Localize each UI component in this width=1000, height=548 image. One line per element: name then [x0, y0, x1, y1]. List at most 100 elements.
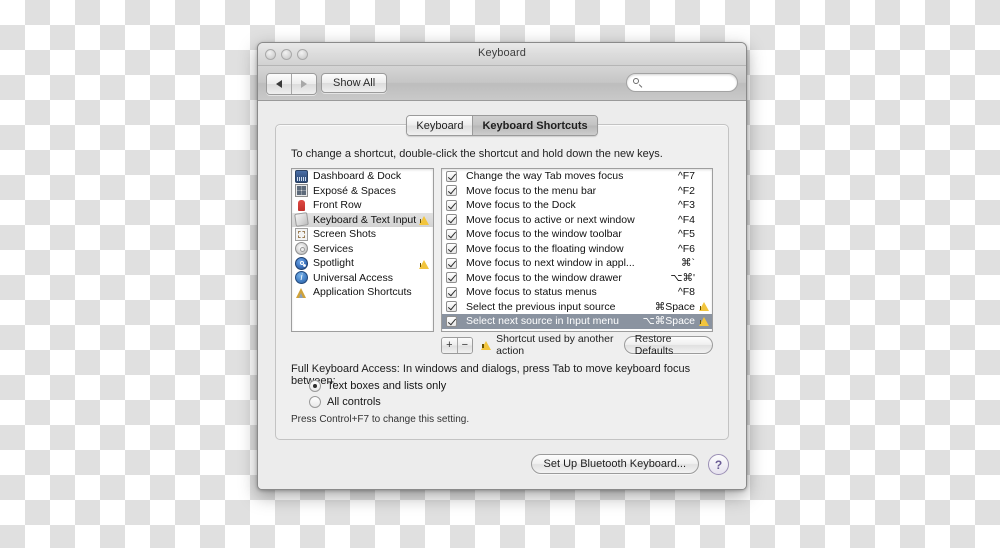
category-label: Screen Shots: [313, 228, 377, 241]
search-icon: [633, 77, 643, 88]
shortcut-enabled-checkbox[interactable]: [446, 301, 457, 313]
add-remove-button-group: + −: [441, 336, 474, 354]
shortcut-key: ^F4: [677, 213, 695, 226]
shortcut-key: ^F2: [677, 184, 695, 197]
shortcut-row[interactable]: Move focus to the floating window ^F6: [442, 242, 712, 257]
expose-icon: [295, 184, 308, 198]
category-row[interactable]: Application Shortcuts: [292, 285, 433, 300]
shortcut-key: ⌘Space: [654, 300, 695, 313]
shortcut-enabled-checkbox[interactable]: [446, 315, 457, 327]
search-field[interactable]: [626, 73, 738, 92]
conflict-warning-label: Shortcut used by another action: [496, 333, 614, 357]
add-shortcut-button[interactable]: +: [442, 337, 457, 353]
category-label: Exposé & Spaces: [313, 184, 396, 197]
set-up-bluetooth-keyboard-button[interactable]: Set Up Bluetooth Keyboard...: [530, 454, 699, 474]
shortcut-key: ^F7: [677, 170, 695, 183]
screenshot-icon: [295, 227, 308, 241]
radio-button-icon: [309, 380, 321, 392]
category-label: Keyboard & Text Input: [313, 213, 417, 226]
forward-button[interactable]: [291, 74, 316, 94]
shortcut-key: ⌥⌘Space: [642, 315, 695, 328]
shortcut-row[interactable]: Select the previous input source ⌘Space: [442, 300, 712, 315]
tab-strip: Keyboard Keyboard Shortcuts: [258, 115, 746, 136]
category-row[interactable]: Screen Shots: [292, 227, 433, 242]
preferences-pane: Keyboard Keyboard Shortcuts To change a …: [258, 101, 746, 489]
category-warning-icon: [419, 258, 429, 270]
category-label: Services: [313, 242, 354, 255]
shortcut-enabled-checkbox[interactable]: [446, 286, 457, 298]
search-input[interactable]: [646, 75, 730, 90]
shortcut-name: Move focus to next window in appl...: [466, 257, 635, 270]
radio-text-boxes-and-lists-only[interactable]: Text boxes and lists only: [309, 380, 446, 392]
category-row[interactable]: Keyboard & Text Input: [292, 212, 433, 228]
keyboard-preferences-window: Keyboard Show All Keyboard Keyboard Shor…: [257, 42, 747, 490]
shortcut-row[interactable]: Change the way Tab moves focus ^F7: [442, 169, 712, 184]
shortcut-row[interactable]: Move focus to the menu bar ^F2: [442, 184, 712, 199]
shortcut-conflict-icon: [699, 316, 709, 326]
forward-arrow-icon: [301, 80, 307, 88]
shortcut-name: Select the previous input source: [466, 300, 616, 313]
navigation-buttons: [266, 73, 317, 95]
category-row[interactable]: Spotlight: [292, 256, 433, 271]
back-button[interactable]: [267, 74, 291, 94]
shortcut-name: Move focus to the window toolbar: [466, 228, 622, 241]
shortcut-enabled-checkbox[interactable]: [446, 272, 457, 284]
category-row[interactable]: Dashboard & Dock: [292, 169, 433, 184]
shortcut-enabled-checkbox[interactable]: [446, 170, 457, 182]
shortcut-name: Move focus to status menus: [466, 286, 597, 299]
shortcuts-list-toolbar: + − Shortcut used by another action Rest…: [441, 333, 714, 357]
shortcut-key: ^F6: [677, 242, 695, 255]
shortcut-categories-list[interactable]: Dashboard & Dock Exposé & Spaces Front Row…: [291, 168, 434, 332]
category-row[interactable]: Front Row: [292, 198, 433, 213]
shortcut-row[interactable]: Select next source in Input menu ⌥⌘Space: [442, 314, 712, 329]
tab-group: Keyboard Keyboard Shortcuts: [406, 115, 598, 136]
shortcut-enabled-checkbox[interactable]: [446, 199, 457, 211]
shortcut-key: ⌥⌘': [670, 271, 695, 284]
category-label: Application Shortcuts: [313, 286, 412, 299]
show-all-button[interactable]: Show All: [321, 73, 388, 93]
radio-label: All controls: [327, 396, 381, 408]
tab-keyboard[interactable]: Keyboard: [407, 116, 473, 135]
shortcut-name: Move focus to active or next window: [466, 213, 635, 226]
window-title: Keyboard: [478, 47, 526, 59]
category-row[interactable]: Services: [292, 242, 433, 257]
shortcut-row[interactable]: Move focus to next window in appl... ⌘`: [442, 256, 712, 271]
category-warning-icon: [419, 215, 429, 227]
category-label: Spotlight: [313, 257, 354, 270]
shortcut-conflict-icon: [699, 302, 709, 312]
shortcut-name: Move focus to the Dock: [466, 199, 576, 212]
shortcut-row[interactable]: Move focus to the window toolbar ^F5: [442, 227, 712, 242]
shortcut-name: Move focus to the window drawer: [466, 271, 622, 284]
keyboard-icon: [294, 212, 309, 228]
shortcut-enabled-checkbox[interactable]: [446, 185, 457, 197]
universal-access-icon: i: [295, 271, 308, 285]
shortcuts-list[interactable]: Change the way Tab moves focus ^F7 Move fo…: [441, 168, 713, 332]
category-row[interactable]: Exposé & Spaces: [292, 184, 433, 199]
shortcut-row[interactable]: Move focus to the Dock ^F3: [442, 198, 712, 213]
restore-defaults-button[interactable]: Restore Defaults: [623, 333, 714, 357]
shortcut-enabled-checkbox[interactable]: [446, 257, 457, 269]
category-row[interactable]: i Universal Access: [292, 271, 433, 286]
shortcut-row[interactable]: Move focus to the window drawer ⌥⌘': [442, 271, 712, 286]
shortcut-warning-slot: [695, 315, 709, 327]
shortcut-hint-text: To change a shortcut, double-click the s…: [291, 148, 663, 160]
spotlight-icon: [295, 256, 308, 270]
application-shortcuts-icon: [295, 286, 308, 299]
shortcut-enabled-checkbox[interactable]: [446, 243, 457, 255]
shortcut-name: Change the way Tab moves focus: [466, 170, 624, 183]
shortcut-row[interactable]: Move focus to status menus ^F8: [442, 285, 712, 300]
shortcut-enabled-checkbox[interactable]: [446, 214, 457, 226]
tab-keyboard-shortcuts[interactable]: Keyboard Shortcuts: [472, 116, 597, 135]
shortcut-key: ^F3: [677, 199, 695, 212]
category-label: Front Row: [313, 199, 362, 212]
help-button[interactable]: ?: [708, 454, 729, 475]
preferences-toolbar: Show All: [258, 66, 746, 101]
remove-shortcut-button[interactable]: −: [456, 337, 473, 353]
shortcut-enabled-checkbox[interactable]: [446, 228, 457, 240]
radio-all-controls[interactable]: All controls: [309, 396, 381, 408]
conflict-warning-icon: [481, 340, 492, 350]
shortcut-row[interactable]: Move focus to active or next window ^F4: [442, 213, 712, 228]
shortcut-key: ^F8: [677, 286, 695, 299]
shortcut-name: Move focus to the menu bar: [466, 184, 597, 197]
shortcut-warning-slot: [695, 301, 709, 313]
